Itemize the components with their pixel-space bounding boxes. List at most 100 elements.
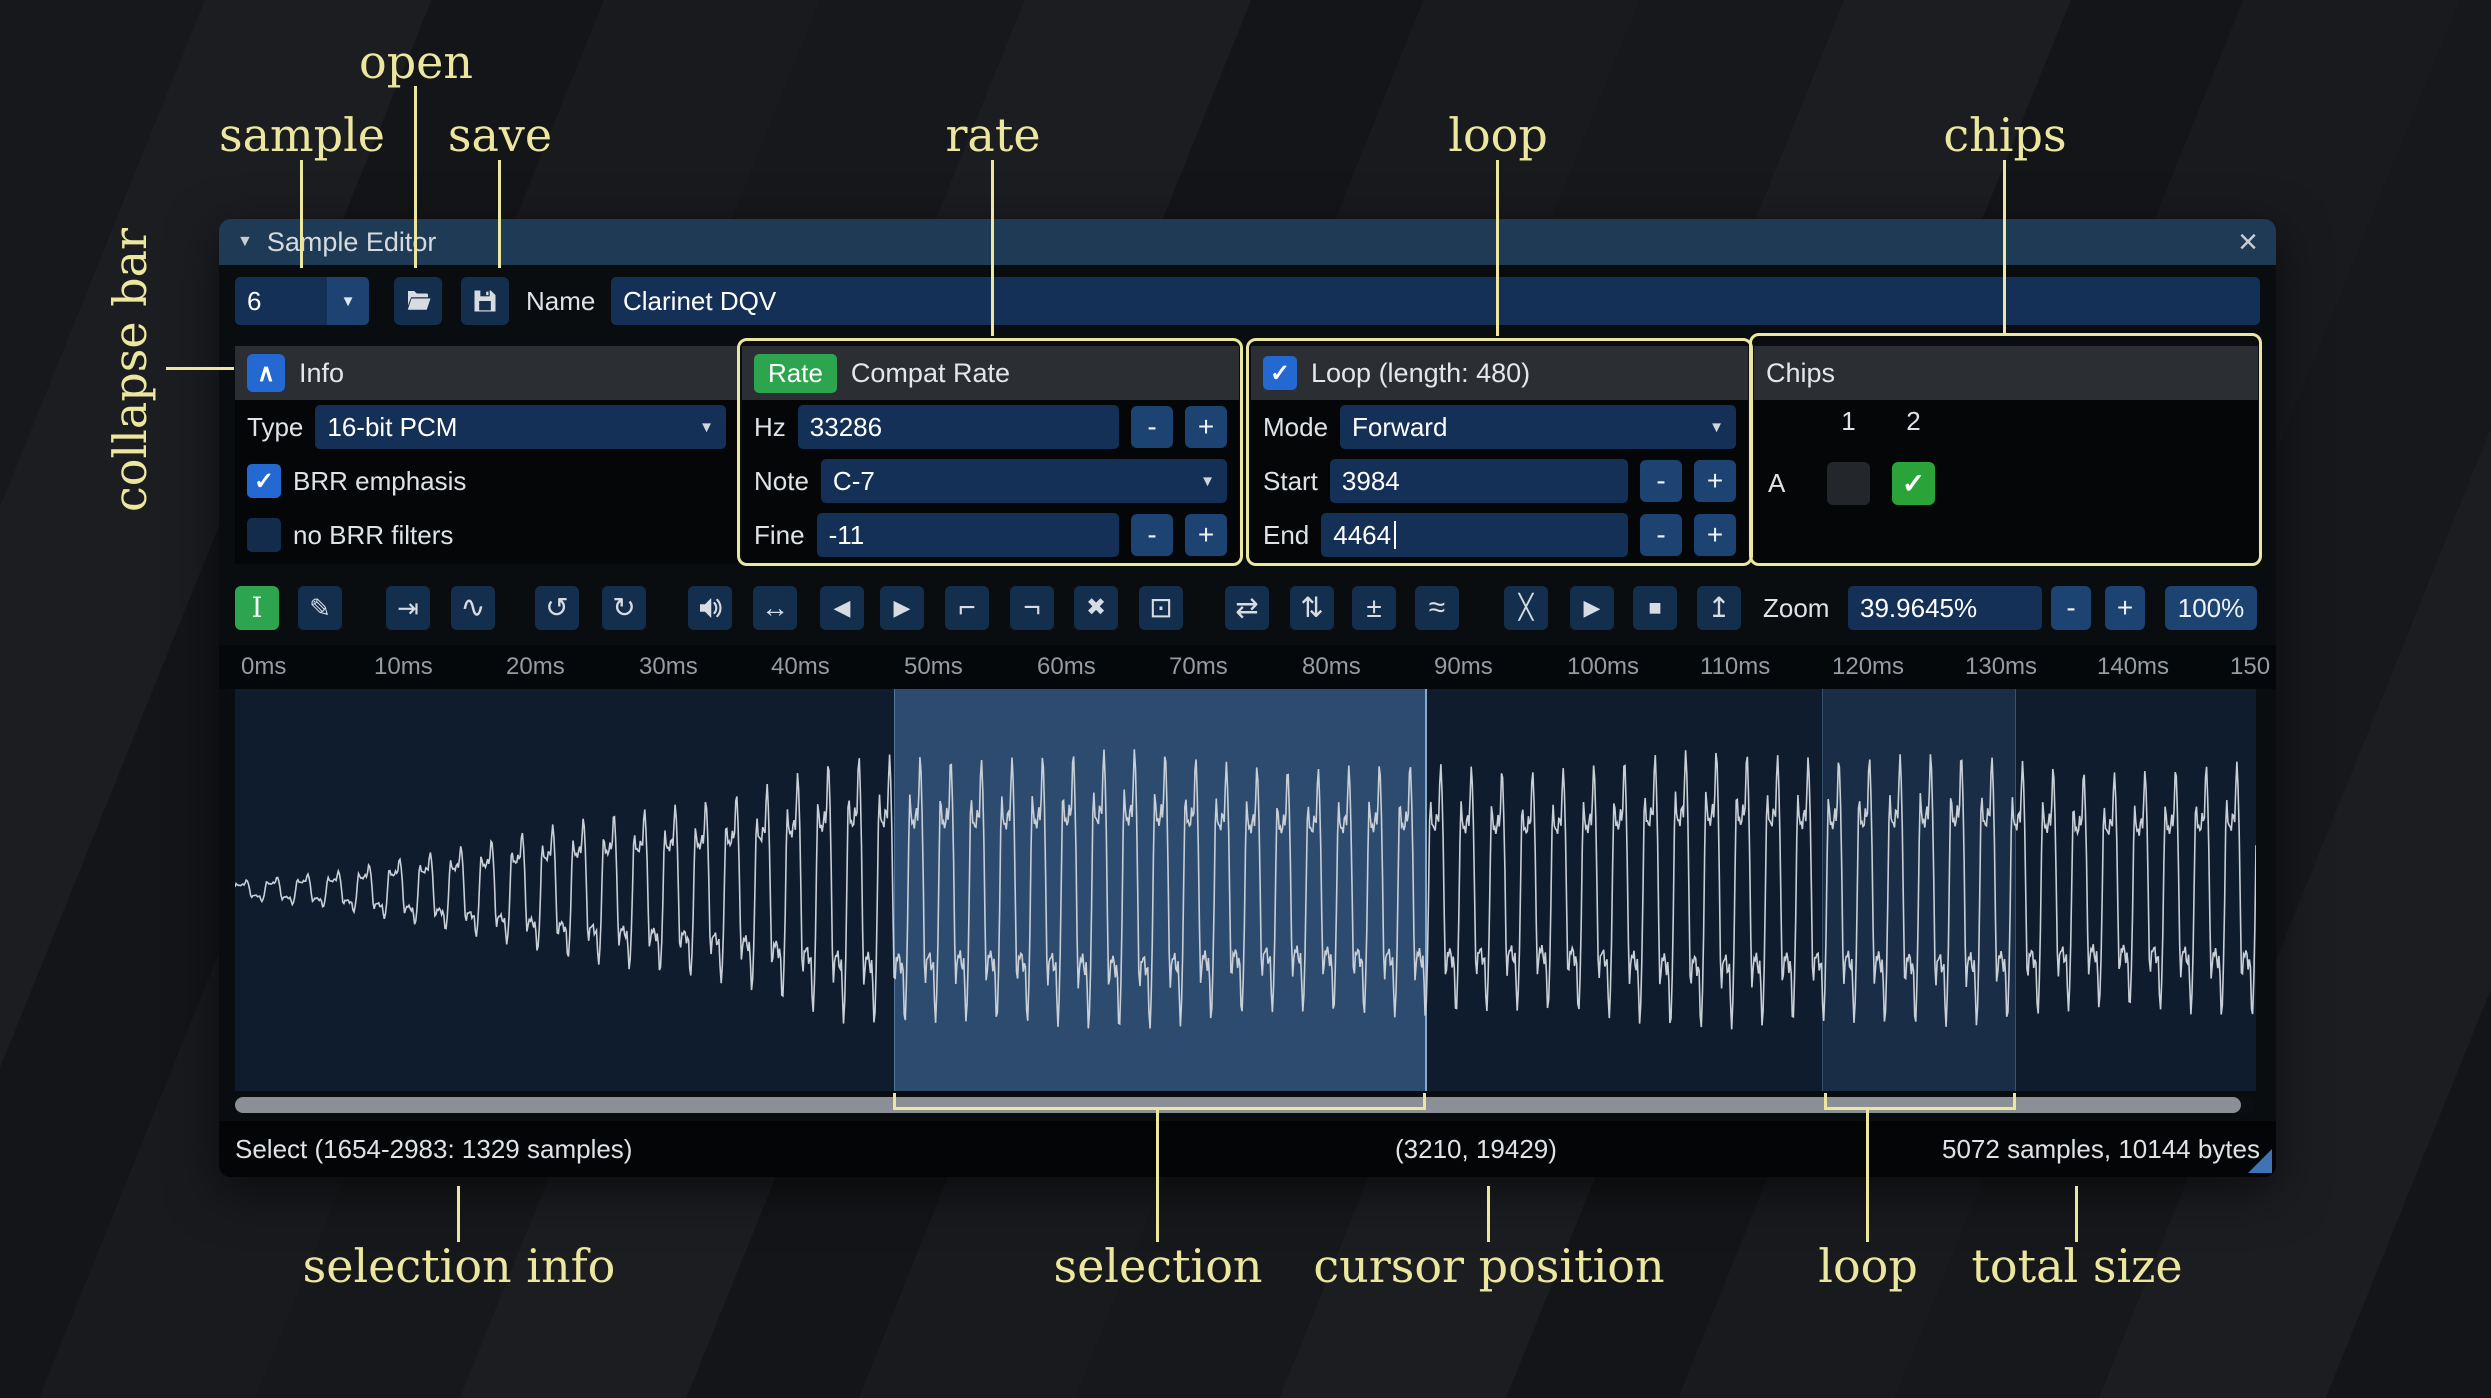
crossfade-button[interactable]: ╳ xyxy=(1504,586,1548,630)
apply-silence-button[interactable]: ¬ xyxy=(1010,586,1054,630)
timeline-label: 120ms xyxy=(1832,653,1905,680)
zoom-in-button[interactable]: + xyxy=(2105,586,2145,630)
waveform-display[interactable] xyxy=(235,689,2256,1091)
annotation-line-sample xyxy=(300,160,303,268)
invert-button[interactable]: ⇅ xyxy=(1290,586,1334,630)
check-icon: ✓ xyxy=(253,467,275,495)
horizontal-scrollbar[interactable] xyxy=(235,1097,2256,1113)
type-label: Type xyxy=(247,411,304,442)
annotation-label-save: save xyxy=(447,108,553,162)
sample-number-dropdown[interactable]: ▼ xyxy=(327,277,369,325)
sign-button[interactable]: ± xyxy=(1352,586,1396,630)
normalize-button[interactable]: ↔ xyxy=(753,586,797,630)
chevron-down-icon: ▼ xyxy=(699,418,714,436)
loop-bracket-bottom xyxy=(1824,1107,2016,1110)
draw-tool-button[interactable]: ✎ xyxy=(298,586,342,630)
annotation-label-loop-bottom: loop xyxy=(1818,1239,1918,1293)
info-section: ∧ Info Type 16-bit PCM ▼ ✓ BRR emphasis … xyxy=(235,346,738,564)
zoom-input[interactable] xyxy=(1848,586,2042,630)
brr-emphasis-checkbox[interactable]: ✓ xyxy=(247,464,281,498)
annotation-line-rate xyxy=(991,160,994,336)
annotation-line-loop xyxy=(1496,160,1499,336)
annotation-box-chips xyxy=(1749,333,2262,566)
zoom-out-button[interactable]: - xyxy=(2051,586,2091,630)
open-sample-button[interactable] xyxy=(394,277,442,325)
desktop-background: ▼ Sample Editor × 6 ▼ Name ∧ Info Type xyxy=(0,0,2491,1398)
annotation-line-save xyxy=(498,160,501,268)
sample-type-value: 16-bit PCM xyxy=(327,411,458,442)
normalize-icon: ↔ xyxy=(761,592,789,623)
annotation-line-open xyxy=(414,86,417,268)
delete-button[interactable]: ✖ xyxy=(1074,586,1118,630)
total-size-text: 5072 samples, 10144 bytes xyxy=(1942,1134,2260,1164)
info-section-title: Info xyxy=(299,357,345,388)
reverse-arrows-icon: ⇄ xyxy=(1235,592,1259,623)
select-tool-button[interactable]: I xyxy=(235,586,279,630)
timeline-label: 0ms xyxy=(241,653,287,680)
insert-silence-icon: ⌐ xyxy=(958,591,976,624)
insert-silence-button[interactable]: ⌐ xyxy=(945,586,989,630)
fade-in-icon: ◀ xyxy=(833,595,851,620)
sample-type-select[interactable]: 16-bit PCM ▼ xyxy=(315,405,726,449)
create-wavetable-button[interactable]: ↥ xyxy=(1697,586,1741,630)
collapse-bar-button[interactable]: ∧ xyxy=(247,354,285,392)
titlebar[interactable]: ▼ Sample Editor × xyxy=(219,219,2276,265)
window-collapse-icon[interactable]: ▼ xyxy=(237,233,253,251)
undo-button[interactable]: ↺ xyxy=(535,586,579,630)
annotation-stem-selection xyxy=(1156,1110,1159,1242)
timeline-label: 110ms xyxy=(1700,653,1771,680)
resize-icon: ⇥ xyxy=(397,593,419,623)
brr-emphasis-label: BRR emphasis xyxy=(293,465,467,496)
trim-button[interactable]: ⊡ xyxy=(1139,586,1183,630)
annotation-line-selection-info xyxy=(457,1186,460,1242)
upload-icon: ↥ xyxy=(1707,592,1731,623)
undo-icon: ↺ xyxy=(545,592,569,623)
zoom-label: Zoom xyxy=(1763,593,1830,623)
annotation-line-total-size xyxy=(2075,1186,2078,1242)
amplify-button[interactable] xyxy=(688,586,732,630)
fade-out-icon: ▶ xyxy=(893,595,911,620)
window-title: Sample Editor xyxy=(266,226,437,257)
chevron-up-icon: ∧ xyxy=(257,359,275,387)
window-resize-grip[interactable] xyxy=(2248,1149,2272,1173)
annotation-label-sample: sample xyxy=(218,108,386,162)
filter-button[interactable]: ≈ xyxy=(1415,586,1459,630)
scrollbar-thumb[interactable] xyxy=(235,1097,2241,1113)
speaker-icon xyxy=(700,598,722,618)
annotation-label-selection: selection xyxy=(1053,1239,1263,1293)
selection-bracket-bottom xyxy=(893,1107,1426,1110)
annotation-label-loop: loop xyxy=(1448,108,1548,162)
name-label: Name xyxy=(526,286,596,316)
save-sample-button[interactable] xyxy=(461,277,509,325)
timeline-label: 30ms xyxy=(639,653,698,680)
no-brr-filters-checkbox[interactable] xyxy=(247,518,281,552)
stop-preview-button[interactable]: ■ xyxy=(1633,586,1677,630)
select-tool-icon: I xyxy=(251,591,263,624)
timeline-label: 140ms xyxy=(2097,653,2170,680)
redo-button[interactable]: ↻ xyxy=(602,586,646,630)
timeline-label: 20ms xyxy=(506,653,565,680)
annotation-label-rate: rate xyxy=(945,108,1041,162)
pencil-icon: ✎ xyxy=(309,593,331,623)
chevron-down-icon: ▼ xyxy=(340,292,356,310)
annotation-label-total-size: total size xyxy=(1971,1239,2183,1293)
fade-out-button[interactable]: ▶ xyxy=(880,586,924,630)
zoom-reset-button[interactable]: 100% xyxy=(2165,586,2257,630)
sample-number-select[interactable]: 6 ▼ xyxy=(235,277,369,325)
preview-button[interactable]: ▶ xyxy=(1570,586,1614,630)
annotation-label-collapse-bar: collapse bar xyxy=(103,227,157,513)
resample-button[interactable]: ∿ xyxy=(451,586,495,630)
timeline-label: 50ms xyxy=(904,653,963,680)
resize-button[interactable]: ⇥ xyxy=(386,586,430,630)
timeline-ruler[interactable]: 0ms 10ms 20ms 30ms 40ms 50ms 60ms 70ms 8… xyxy=(219,645,2276,689)
close-icon[interactable]: × xyxy=(2238,219,2258,265)
annotation-box-loop xyxy=(1246,338,1753,566)
sample-name-input[interactable] xyxy=(611,277,2260,325)
save-floppy-icon xyxy=(474,290,496,312)
annotation-label-selection-info: selection info xyxy=(302,1239,616,1293)
fade-in-button[interactable]: ◀ xyxy=(820,586,864,630)
play-icon: ▶ xyxy=(1583,595,1601,620)
reverse-button[interactable]: ⇄ xyxy=(1225,586,1269,630)
annotation-line-collapse-bar xyxy=(166,367,234,370)
timeline-label: 150 xyxy=(2230,653,2271,680)
